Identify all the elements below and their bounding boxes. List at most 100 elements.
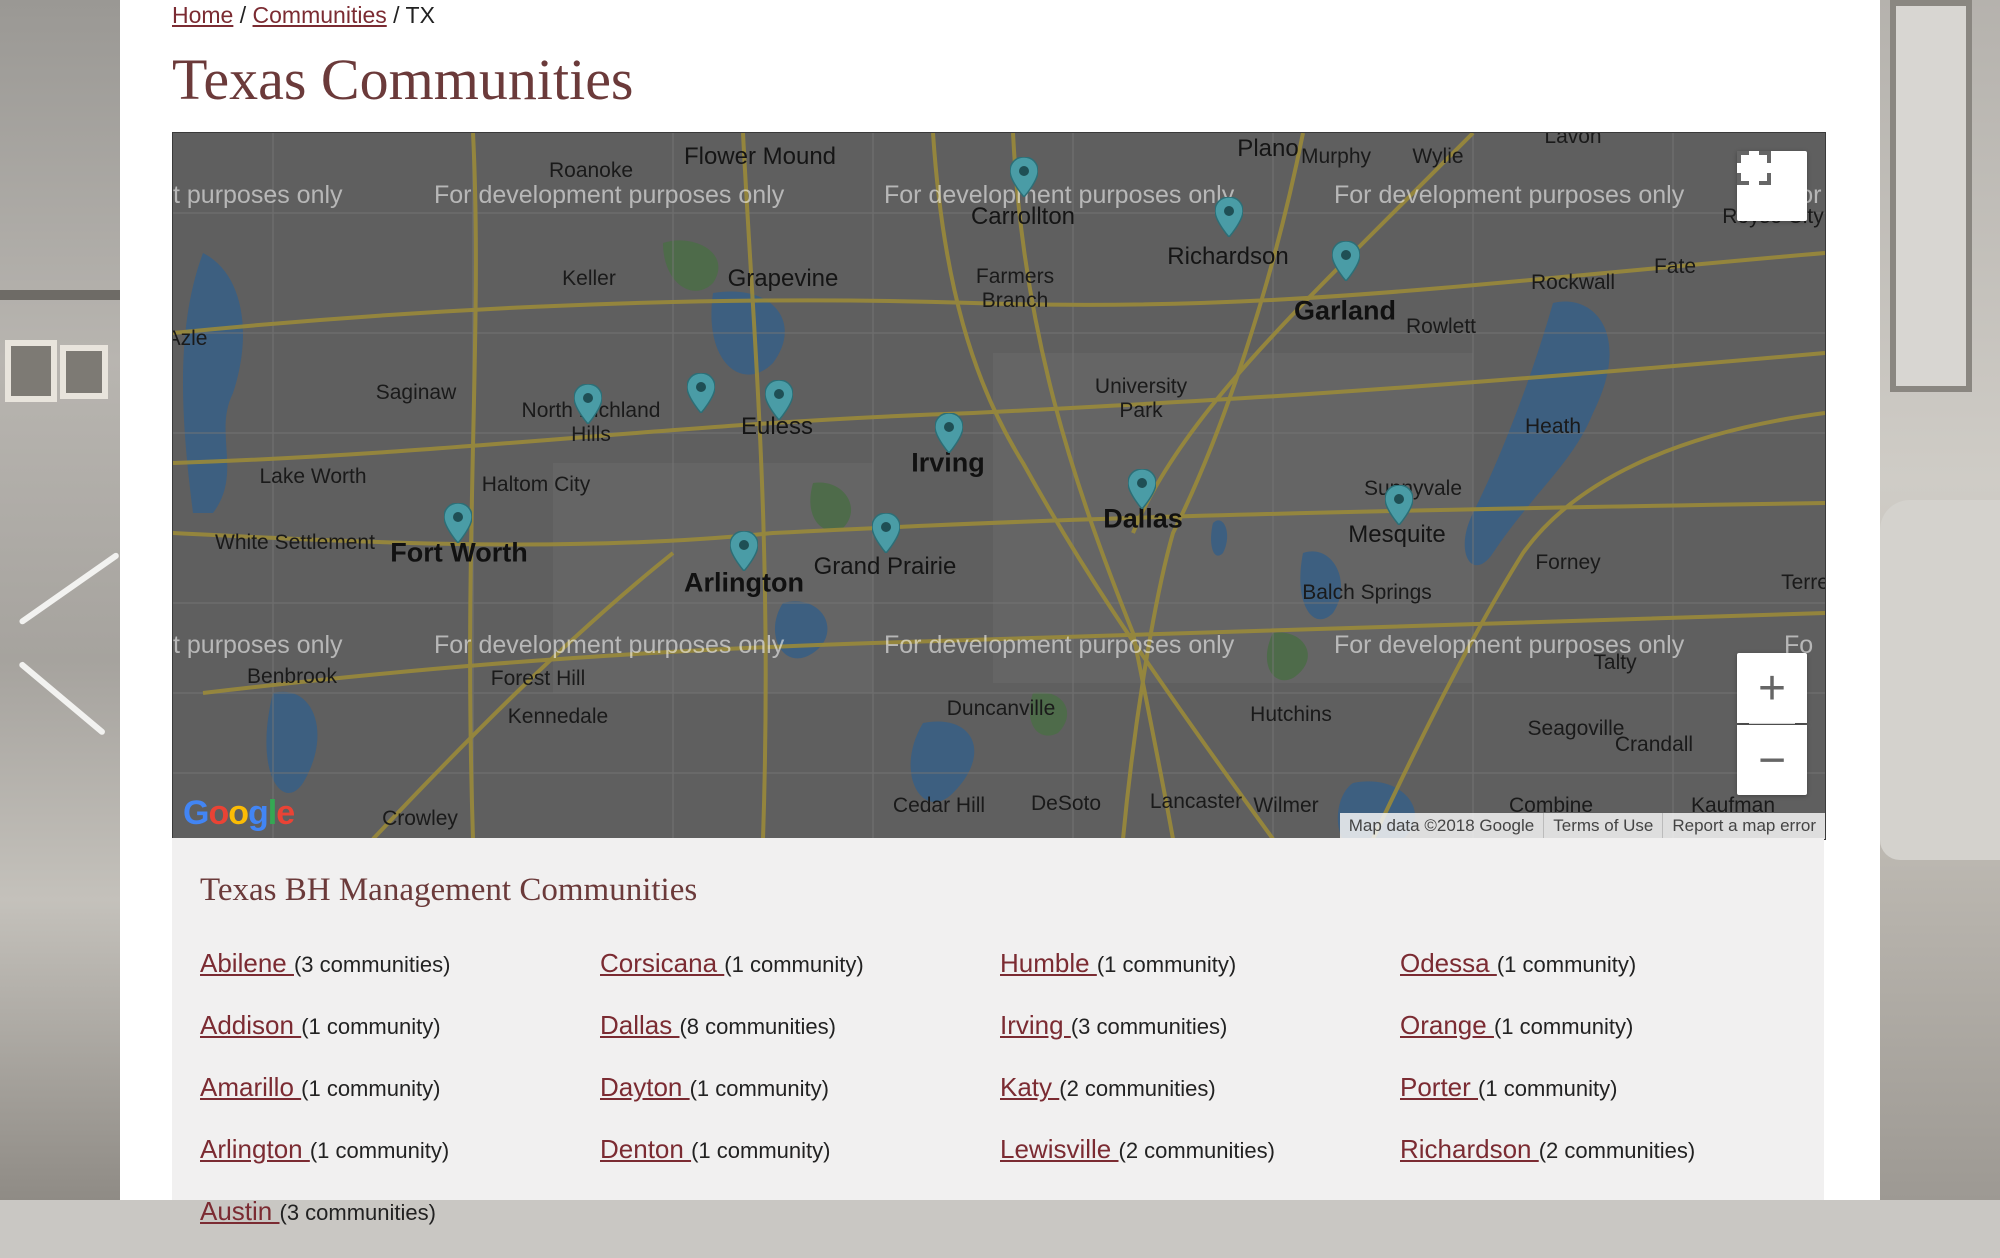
zoom-divider	[1749, 723, 1795, 724]
map-marker-icon[interactable]	[872, 513, 900, 553]
community-item: Porter (1 community)	[1400, 1072, 1780, 1134]
city-link[interactable]: Porter	[1400, 1072, 1478, 1102]
communities-column: Corsicana (1 community) Dallas (8 commun…	[600, 948, 980, 1196]
breadcrumb: Home / Communities / TX	[172, 2, 435, 29]
map-marker-icon[interactable]	[1332, 241, 1360, 281]
map-label: Heath	[1524, 415, 1582, 438]
city-link[interactable]: Austin	[200, 1196, 280, 1226]
map[interactable]: t purposes only For development purposes…	[172, 132, 1826, 840]
background-window	[1890, 0, 1972, 392]
map-label: White Settlement	[215, 531, 375, 554]
map-watermark: t purposes only	[173, 181, 343, 209]
map-label: Garland	[1293, 295, 1397, 326]
background-shelf	[0, 290, 120, 300]
community-count: (1 community)	[724, 952, 864, 977]
city-link[interactable]: Dallas	[600, 1010, 679, 1040]
map-data-credit: Map data ©2018 Google	[1348, 816, 1535, 835]
community-count: (1 community)	[689, 1076, 829, 1101]
map-label: DeSoto	[1030, 792, 1102, 815]
map-label: Lake Worth	[259, 465, 367, 488]
city-link[interactable]: Addison	[200, 1010, 301, 1040]
report-map-error-link[interactable]: Report a map error	[1662, 813, 1825, 839]
city-link[interactable]: Corsicana	[600, 948, 724, 978]
city-link[interactable]: Arlington	[200, 1134, 310, 1164]
page-container: Home / Communities / TX Texas Communitie…	[120, 0, 1880, 1226]
fullscreen-icon	[1737, 151, 1771, 185]
map-label: Haltom City	[481, 473, 591, 496]
map-marker-icon[interactable]	[1215, 197, 1243, 237]
breadcrumb-home-link[interactable]: Home	[172, 2, 233, 28]
community-item: Addison (1 community)	[200, 1010, 580, 1072]
community-count: (3 communities)	[1070, 1014, 1228, 1039]
map-marker-icon[interactable]	[574, 384, 602, 424]
map-marker-icon[interactable]	[1385, 485, 1413, 525]
map-label: Balch Springs	[1302, 581, 1432, 604]
community-item: Katy (2 communities)	[1000, 1072, 1380, 1134]
city-link[interactable]: Humble	[1000, 948, 1097, 978]
map-attribution: Map data ©2018 Google Terms of Use Repor…	[1339, 813, 1825, 839]
zoom-in-button[interactable]: +	[1737, 653, 1807, 723]
community-item: Abilene (3 communities)	[200, 948, 580, 1010]
community-item: Austin (3 communities)	[200, 1196, 580, 1258]
community-item: Dayton (1 community)	[600, 1072, 980, 1134]
section-title: Texas BH Management Communities	[200, 872, 698, 908]
background-sofa	[1880, 500, 2000, 860]
map-marker-icon[interactable]	[730, 531, 758, 571]
community-count: (1 community)	[309, 1138, 450, 1163]
community-count: (3 communities)	[293, 952, 451, 977]
community-item: Denton (1 community)	[600, 1134, 980, 1196]
map-watermark: For development purposes only	[434, 631, 785, 659]
map-watermark: t purposes only	[173, 631, 343, 659]
city-link[interactable]: Dayton	[600, 1072, 690, 1102]
city-link[interactable]: Orange	[1400, 1010, 1494, 1040]
community-item: Amarillo (1 community)	[200, 1072, 580, 1134]
map-label: Keller	[562, 267, 616, 290]
zoom-out-button[interactable]: −	[1737, 725, 1807, 795]
map-label: Carrollton	[970, 203, 1076, 230]
map-label: Crowley	[382, 807, 458, 830]
map-marker-icon[interactable]	[765, 380, 793, 420]
background-right	[1880, 0, 2000, 1200]
map-marker-icon[interactable]	[1128, 469, 1156, 509]
map-label: Duncanville	[946, 697, 1056, 720]
communities-column: Odessa (1 community) Orange (1 community…	[1400, 948, 1780, 1196]
minus-icon: −	[1757, 733, 1787, 787]
map-label: Seagoville	[1527, 717, 1625, 740]
community-item: Arlington (1 community)	[200, 1134, 580, 1196]
city-link[interactable]: Richardson	[1400, 1134, 1539, 1164]
map-marker-icon[interactable]	[1010, 157, 1038, 197]
city-link[interactable]: Katy	[1000, 1072, 1059, 1102]
map-label: Lavon	[1544, 132, 1602, 148]
communities-section: Texas BH Management Communities Abilene …	[172, 838, 1824, 1226]
map-label: Sunnyvale	[1363, 477, 1463, 500]
city-link[interactable]: Odessa	[1400, 948, 1497, 978]
communities-column: Humble (1 community) Irving (3 communiti…	[1000, 948, 1380, 1196]
city-link[interactable]: Irving	[1000, 1010, 1071, 1040]
city-link[interactable]: Amarillo	[200, 1072, 301, 1102]
community-item: Odessa (1 community)	[1400, 948, 1780, 1010]
google-logo[interactable]: Google	[183, 794, 295, 833]
breadcrumb-separator: /	[239, 2, 247, 28]
city-link[interactable]: Denton	[600, 1134, 691, 1164]
map-label: Azle	[173, 327, 208, 350]
map-label: Roanoke	[548, 159, 634, 182]
map-label: Grapevine	[727, 265, 839, 292]
map-label: Talty	[1593, 651, 1637, 674]
map-label: Forney	[1535, 551, 1601, 574]
map-label: Hutchins	[1250, 703, 1332, 726]
map-label: Forest Hill	[490, 667, 586, 690]
community-count: (2 communities)	[1059, 1076, 1216, 1101]
terms-of-use-link[interactable]: Terms of Use	[1543, 813, 1662, 839]
map-marker-icon[interactable]	[444, 503, 472, 543]
community-item: Dallas (8 communities)	[600, 1010, 980, 1072]
map-label: Rockwall	[1530, 271, 1616, 294]
map-marker-icon[interactable]	[687, 373, 715, 413]
fullscreen-button[interactable]	[1737, 151, 1807, 221]
map-marker-icon[interactable]	[935, 413, 963, 453]
breadcrumb-communities-link[interactable]: Communities	[253, 2, 387, 28]
city-link[interactable]: Abilene	[200, 948, 294, 978]
map-label: Crandall	[1614, 733, 1694, 756]
city-link[interactable]: Lewisville	[1000, 1134, 1119, 1164]
plus-icon: +	[1757, 661, 1787, 715]
map-label: Rowlett	[1405, 315, 1477, 338]
